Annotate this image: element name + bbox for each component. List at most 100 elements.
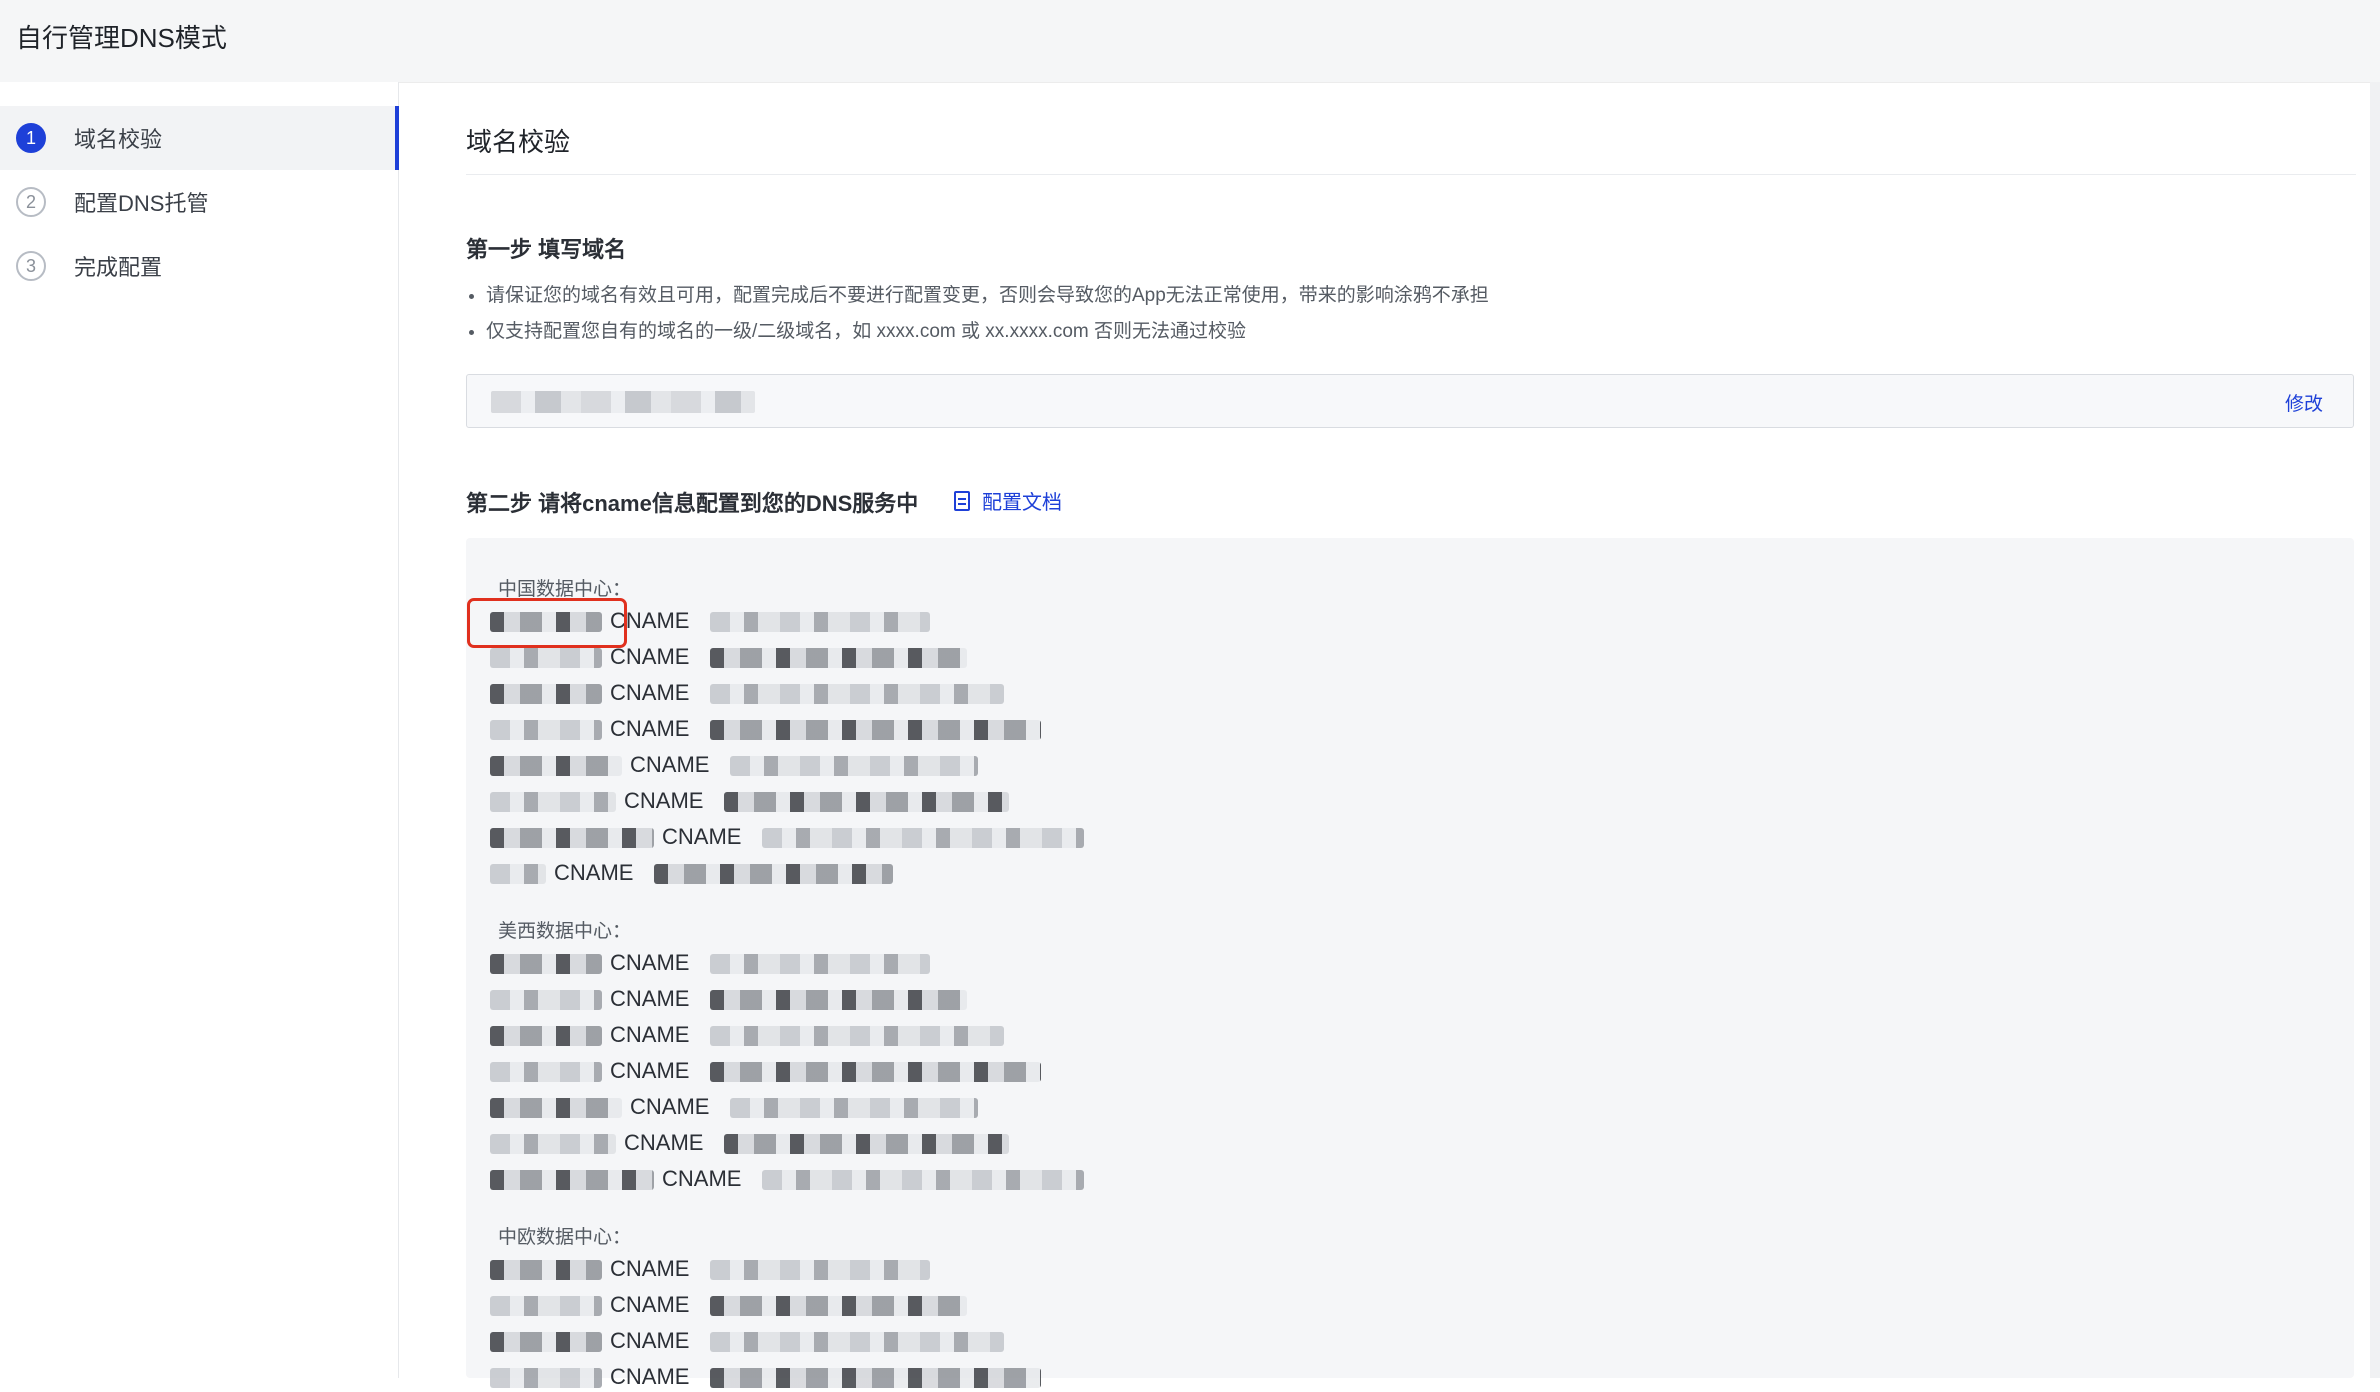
masked-target xyxy=(710,990,967,1010)
masked-target xyxy=(730,756,978,776)
config-doc-link-label: 配置文档 xyxy=(982,492,1062,514)
domain-input[interactable]: 修改 xyxy=(466,374,2354,428)
masked-target xyxy=(710,954,930,974)
masked-target xyxy=(724,1134,1009,1154)
top-bar: 自行管理DNS模式 xyxy=(0,0,2380,83)
record-type-label: CNAME xyxy=(610,1256,690,1281)
sidebar-step-dns-hosting[interactable]: 2 配置DNS托管 xyxy=(0,170,398,234)
document-icon xyxy=(954,490,970,511)
cname-record-row: CNAME xyxy=(490,984,1090,1014)
scrollbar-track[interactable] xyxy=(2370,82,2380,1378)
cname-record-row: CNAME xyxy=(490,1092,1090,1122)
masked-target xyxy=(710,648,967,668)
cname-record-row: CNAME xyxy=(490,1254,1090,1284)
sidebar-step-domain-verify[interactable]: 1 域名校验 xyxy=(0,106,399,170)
masked-host xyxy=(490,864,546,884)
cname-records-panel: 中国数据中心： CNAME CNAME CNAME CNAME CNAME CNAME CNA… xyxy=(466,538,2354,1389)
main-content: 域名校验 第一步 填写域名 请保证您的域名有效且可用，配置完成后不要进行配置变更… xyxy=(466,82,2356,1389)
config-doc-link[interactable]: 配置文档 xyxy=(954,486,1062,515)
masked-target xyxy=(710,612,930,632)
masked-target xyxy=(710,1368,1041,1388)
note-item: 请保证您的域名有效且可用，配置完成后不要进行配置变更，否则会导致您的App无法正… xyxy=(486,278,1489,314)
cname-record-row: CNAME xyxy=(490,714,1090,744)
masked-host xyxy=(490,648,602,668)
datacenter-title: 美西数据中心： xyxy=(498,921,632,942)
cname-record-row: CNAME xyxy=(490,1326,1090,1356)
record-type-label: CNAME xyxy=(610,1328,690,1353)
page-header-title: 自行管理DNS模式 xyxy=(16,23,227,53)
masked-target xyxy=(730,1098,978,1118)
masked-host xyxy=(490,1062,602,1082)
datacenter-title: 中国数据中心： xyxy=(498,579,632,600)
masked-host xyxy=(490,1296,602,1316)
masked-target xyxy=(710,684,1004,704)
record-type-label: CNAME xyxy=(610,1364,690,1389)
masked-target xyxy=(654,864,893,884)
masked-target xyxy=(710,1260,930,1280)
cname-record-row: CNAME xyxy=(490,1362,1090,1392)
masked-host xyxy=(490,1170,654,1190)
masked-target xyxy=(710,1026,1004,1046)
cname-record-row: CNAME xyxy=(490,948,1090,978)
steps-sidebar: 1 域名校验 2 配置DNS托管 3 完成配置 xyxy=(0,82,399,1378)
masked-host xyxy=(490,1368,602,1388)
cname-record-row: CNAME xyxy=(490,858,1090,888)
masked-target xyxy=(710,720,1041,740)
cname-record-row: CNAME xyxy=(490,786,1090,816)
record-type-label: CNAME xyxy=(662,824,742,849)
step-number-badge: 3 xyxy=(16,251,46,281)
cname-record-row: CNAME xyxy=(490,1290,1090,1320)
masked-host xyxy=(490,792,616,812)
step2-title: 第二步 请将cname信息配置到您的DNS服务中 xyxy=(466,491,919,516)
step-number-badge: 1 xyxy=(16,123,46,153)
red-highlight-annotation xyxy=(467,598,627,648)
masked-host xyxy=(490,720,602,740)
record-type-label: CNAME xyxy=(610,644,690,669)
cname-record-row: CNAME xyxy=(490,1020,1090,1050)
masked-host xyxy=(490,1260,602,1280)
masked-target xyxy=(710,1296,967,1316)
masked-domain-value xyxy=(491,391,755,413)
record-type-label: CNAME xyxy=(610,986,690,1011)
record-type-label: CNAME xyxy=(662,1166,742,1191)
record-type-label: CNAME xyxy=(624,788,704,813)
record-type-label: CNAME xyxy=(610,680,690,705)
note-item: 仅支持配置您自有的域名的一级/二级域名，如 xxxx.com 或 xx.xxxx… xyxy=(486,314,1489,350)
sidebar-step-complete[interactable]: 3 完成配置 xyxy=(0,234,398,298)
cname-record-row: CNAME xyxy=(490,1056,1090,1086)
record-type-label: CNAME xyxy=(610,1292,690,1317)
sidebar-step-label: 完成配置 xyxy=(74,255,163,280)
step-number-badge: 2 xyxy=(16,187,46,217)
masked-target xyxy=(762,1170,1084,1190)
edit-domain-button[interactable]: 修改 xyxy=(2285,389,2323,416)
section-page-title: 域名校验 xyxy=(466,127,571,157)
cname-record-row: CNAME xyxy=(490,750,1090,780)
masked-target xyxy=(710,1332,1004,1352)
masked-host xyxy=(490,1098,622,1118)
masked-target xyxy=(724,792,1009,812)
cname-record-row: CNAME xyxy=(490,1128,1090,1158)
masked-target xyxy=(762,828,1084,848)
record-type-label: CNAME xyxy=(630,1094,710,1119)
step1-notes: 请保证您的域名有效且可用，配置完成后不要进行配置变更，否则会导致您的App无法正… xyxy=(466,278,1489,350)
sidebar-step-label: 域名校验 xyxy=(74,127,163,152)
step1-title: 第一步 填写域名 xyxy=(466,237,627,262)
cname-record-row: CNAME xyxy=(490,822,1090,852)
masked-host xyxy=(490,1026,602,1046)
record-type-label: CNAME xyxy=(554,860,634,885)
record-type-label: CNAME xyxy=(610,1058,690,1083)
title-divider xyxy=(466,174,2356,175)
datacenter-title: 中欧数据中心： xyxy=(498,1227,632,1248)
masked-host xyxy=(490,684,602,704)
record-type-label: CNAME xyxy=(630,752,710,777)
sidebar-step-label: 配置DNS托管 xyxy=(74,191,209,216)
masked-host xyxy=(490,1134,616,1154)
cname-record-row: CNAME xyxy=(490,1164,1090,1194)
masked-host xyxy=(490,1332,602,1352)
masked-host xyxy=(490,756,622,776)
masked-host xyxy=(490,828,654,848)
masked-host xyxy=(490,990,602,1010)
cname-record-row: CNAME xyxy=(490,678,1090,708)
masked-host xyxy=(490,954,602,974)
record-type-label: CNAME xyxy=(610,1022,690,1047)
